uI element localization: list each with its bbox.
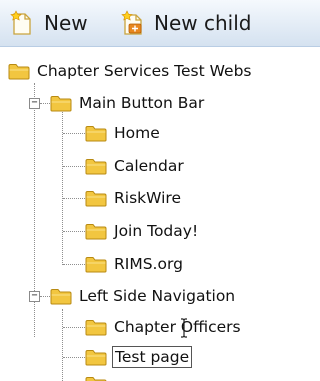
new-button[interactable]: New <box>10 9 88 37</box>
tree-node-chapter-officers[interactable]: Chapter Officers <box>85 316 243 338</box>
page-tree: Chapter Services Test Webs − Main Button… <box>0 47 320 381</box>
tree-node-label: Main Button Bar <box>79 94 205 112</box>
folder-icon <box>85 190 107 206</box>
tree-connector-h <box>63 357 85 358</box>
tree-connector-h <box>63 198 85 199</box>
folder-icon <box>8 63 30 79</box>
tree-node-left-side-navigation[interactable]: Left Side Navigation <box>50 285 237 307</box>
tree-node-calendar[interactable]: Calendar <box>85 155 186 177</box>
tree-node-label: Left Side Navigation <box>79 287 236 305</box>
new-child-page-icon <box>121 10 142 35</box>
folder-icon <box>85 376 107 381</box>
tree-node-main-button-bar[interactable]: Main Button Bar <box>50 92 206 114</box>
toolbar: New New child <box>0 0 320 47</box>
collapse-toggle-icon[interactable]: − <box>29 291 40 302</box>
tree-connector-h <box>63 133 85 134</box>
text-cursor-icon <box>181 318 187 338</box>
tree-node-test-page[interactable]: Test page <box>85 346 193 368</box>
new-child-button[interactable]: New child <box>120 9 251 37</box>
new-button-label: New <box>44 11 88 35</box>
tree-node-label: RIMS.org <box>114 255 183 273</box>
folder-icon <box>85 158 107 174</box>
tree-connector-main-button-bar <box>62 103 63 265</box>
tree-node-riskwire[interactable]: RiskWire <box>85 187 183 209</box>
tree-connector-left-side-navigation <box>62 309 63 381</box>
tree-connector-h <box>63 264 85 265</box>
tree-connector-h <box>63 231 85 232</box>
tree-node-root[interactable]: Chapter Services Test Webs <box>8 60 254 82</box>
tree-node-label: Home <box>114 124 160 142</box>
new-child-button-label: New child <box>154 11 252 35</box>
tree-node-label: Chapter Officers <box>114 318 241 336</box>
folder-icon <box>85 349 107 365</box>
tree-node-partial[interactable] <box>85 373 112 381</box>
tree-node-label: RiskWire <box>114 189 181 207</box>
folder-icon <box>50 95 72 111</box>
cms-page-tree-window: New New child Chapter Services Test Webs… <box>0 0 320 381</box>
tree-node-label-selected: Test page <box>112 346 193 368</box>
tree-node-join-today[interactable]: Join Today! <box>85 220 200 242</box>
tree-node-label: Chapter Services Test Webs <box>37 62 252 80</box>
folder-icon <box>85 319 107 335</box>
tree-node-rims-org[interactable]: RIMS.org <box>85 253 185 275</box>
folder-icon <box>50 288 72 304</box>
folder-icon <box>85 223 107 239</box>
collapse-toggle-icon[interactable]: − <box>29 98 40 109</box>
tree-connector-h <box>63 166 85 167</box>
tree-node-label: Calendar <box>114 157 184 175</box>
tree-node-label: Join Today! <box>114 222 199 240</box>
folder-icon <box>85 125 107 141</box>
tree-connector-h <box>63 327 85 328</box>
new-page-icon <box>10 10 31 35</box>
folder-icon <box>85 256 107 272</box>
tree-node-home[interactable]: Home <box>85 122 162 144</box>
